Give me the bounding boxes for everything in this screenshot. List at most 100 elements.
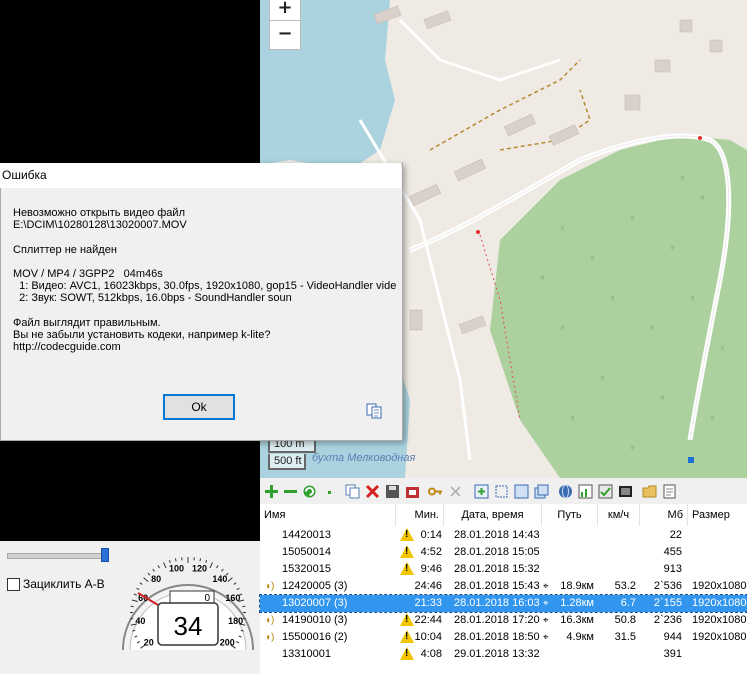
cut-icon[interactable] xyxy=(448,484,463,499)
column-header-path[interactable]: Путь xyxy=(542,504,598,526)
column-header-mb[interactable]: Мб xyxy=(640,504,688,526)
chart-icon[interactable] xyxy=(578,484,593,499)
svg-text:ᴥ: ᴥ xyxy=(570,413,575,422)
svg-text:ᴥ: ᴥ xyxy=(560,223,565,232)
row-minutes: 10:04 xyxy=(410,629,442,646)
table-row[interactable]: ◖)14190010 (3)22:4428.01.2018 17:20⌖16.3… xyxy=(260,612,747,629)
table-row[interactable]: 13020007 (3)21:3328.01.2018 16:03⌖1.28км… xyxy=(260,595,747,612)
table-row[interactable]: 150500144:5228.01.2018 15:05455 xyxy=(260,544,747,561)
row-datetime: 28.01.2018 18:50 xyxy=(454,629,546,646)
svg-text:ᴥ: ᴥ xyxy=(660,393,665,402)
table-row[interactable]: 144200130:1428.01.2018 14:4322 xyxy=(260,527,747,544)
row-minutes: 0:14 xyxy=(410,527,442,544)
dial-label: 140 xyxy=(212,574,227,584)
row-path: 1.28км xyxy=(550,595,594,612)
refresh-icon[interactable] xyxy=(302,484,317,499)
table-row[interactable]: 153200159:4628.01.2018 15:32913 xyxy=(260,561,747,578)
position-slider-thumb[interactable] xyxy=(101,548,109,562)
dial-tick xyxy=(148,573,150,575)
row-name: 13310001 xyxy=(282,646,392,663)
copy-icon[interactable] xyxy=(345,484,360,499)
row-datetime: 28.01.2018 15:43 xyxy=(454,578,546,595)
dialog-message: Невозможно открыть видео файл E:\DCIM\10… xyxy=(13,207,396,353)
row-datetime: 28.01.2018 15:05 xyxy=(454,544,546,561)
row-size xyxy=(692,544,747,561)
svg-text:ᴥ: ᴥ xyxy=(690,293,695,302)
loop-ab-label: Зациклить А-В xyxy=(23,577,105,591)
table-row[interactable]: 133100014:0829.01.2018 13:32391 xyxy=(260,646,747,663)
row-speed: 31.5 xyxy=(598,629,636,646)
svg-text:ᴥ: ᴥ xyxy=(710,413,715,422)
column-header-size[interactable]: Размер xyxy=(688,504,747,526)
select-icon[interactable] xyxy=(514,484,529,499)
svg-text:ᴥ: ᴥ xyxy=(630,213,635,222)
dial-tick xyxy=(158,565,160,568)
loop-ab-checkbox[interactable] xyxy=(7,578,20,591)
dial-tick xyxy=(144,578,149,582)
column-header-name[interactable]: Имя xyxy=(260,504,396,526)
row-mb: 944 xyxy=(640,629,682,646)
globe-icon[interactable] xyxy=(558,484,573,499)
export-icon[interactable] xyxy=(405,484,420,499)
add-icon[interactable] xyxy=(264,484,279,499)
dial-tick xyxy=(234,583,237,585)
folder-icon[interactable] xyxy=(642,484,657,499)
column-header-datetime[interactable]: Дата, время xyxy=(444,504,542,526)
zoom-out-button[interactable]: − xyxy=(269,20,301,50)
dial-label: 160 xyxy=(225,593,240,603)
row-name: 15050014 xyxy=(282,544,392,561)
position-slider[interactable] xyxy=(7,553,109,559)
key-icon[interactable] xyxy=(428,484,443,499)
row-size: 1920x1080 xyxy=(692,578,747,595)
row-datetime: 28.01.2018 16:03 xyxy=(454,595,546,612)
row-path xyxy=(550,646,594,663)
row-size: 1920x1080 xyxy=(692,629,747,646)
svg-text:ᴥ: ᴥ xyxy=(650,323,655,332)
row-speed xyxy=(598,527,636,544)
dial-label: 100 xyxy=(169,563,184,573)
row-minutes: 4:52 xyxy=(410,544,442,561)
row-mb: 391 xyxy=(640,646,682,663)
ok-button[interactable]: Ok xyxy=(163,394,235,420)
row-minutes: 22:44 xyxy=(410,612,442,629)
dial-label: 120 xyxy=(192,563,207,573)
row-name: 15500016 (2) xyxy=(282,629,392,646)
check-icon[interactable] xyxy=(598,484,613,499)
dial-tick xyxy=(140,583,143,585)
row-name: 14190010 (3) xyxy=(282,612,392,629)
remove-icon[interactable] xyxy=(283,484,298,499)
table-row[interactable]: ◖)12420005 (3)24:4628.01.2018 15:43⌖18.9… xyxy=(260,578,747,595)
audio-icon: ◖) xyxy=(265,578,279,595)
save-icon[interactable] xyxy=(385,484,400,499)
dot-icon[interactable] xyxy=(322,484,337,499)
row-speed xyxy=(598,561,636,578)
row-name: 14420013 xyxy=(282,527,392,544)
copy-message-icon[interactable] xyxy=(366,403,382,419)
row-datetime: 28.01.2018 17:20 xyxy=(454,612,546,629)
row-path: 18.9км xyxy=(550,578,594,595)
table-row[interactable]: ◖)15500016 (2)10:0428.01.2018 18:50⌖4.9к… xyxy=(260,629,747,646)
layers-icon[interactable] xyxy=(534,484,549,499)
dial-tick xyxy=(222,569,224,571)
row-size: 1920x1080 xyxy=(692,595,747,612)
map-place-label: бухта Мелководная xyxy=(312,452,415,464)
row-minutes: 4:08 xyxy=(410,646,442,663)
dial-tick xyxy=(134,594,137,595)
delete-icon[interactable] xyxy=(365,484,380,499)
svg-text:ᴥ: ᴥ xyxy=(680,173,685,182)
row-mb: 2`536 xyxy=(640,578,682,595)
row-path: 4.9км xyxy=(550,629,594,646)
row-mb: 2`155 xyxy=(640,595,682,612)
row-path xyxy=(550,544,594,561)
column-header-min[interactable]: Мин. xyxy=(396,504,444,526)
dial-label: 200 xyxy=(220,638,235,648)
crop-icon[interactable] xyxy=(494,484,509,499)
column-header-speed[interactable]: км/ч xyxy=(598,504,640,526)
dial-label: 180 xyxy=(228,616,243,626)
add-frame-icon[interactable] xyxy=(474,484,489,499)
document-icon[interactable] xyxy=(662,484,677,499)
row-name: 13020007 (3) xyxy=(282,595,392,612)
film-icon[interactable] xyxy=(618,484,633,499)
row-path: 16.3км xyxy=(550,612,594,629)
row-speed: 50.8 xyxy=(598,612,636,629)
